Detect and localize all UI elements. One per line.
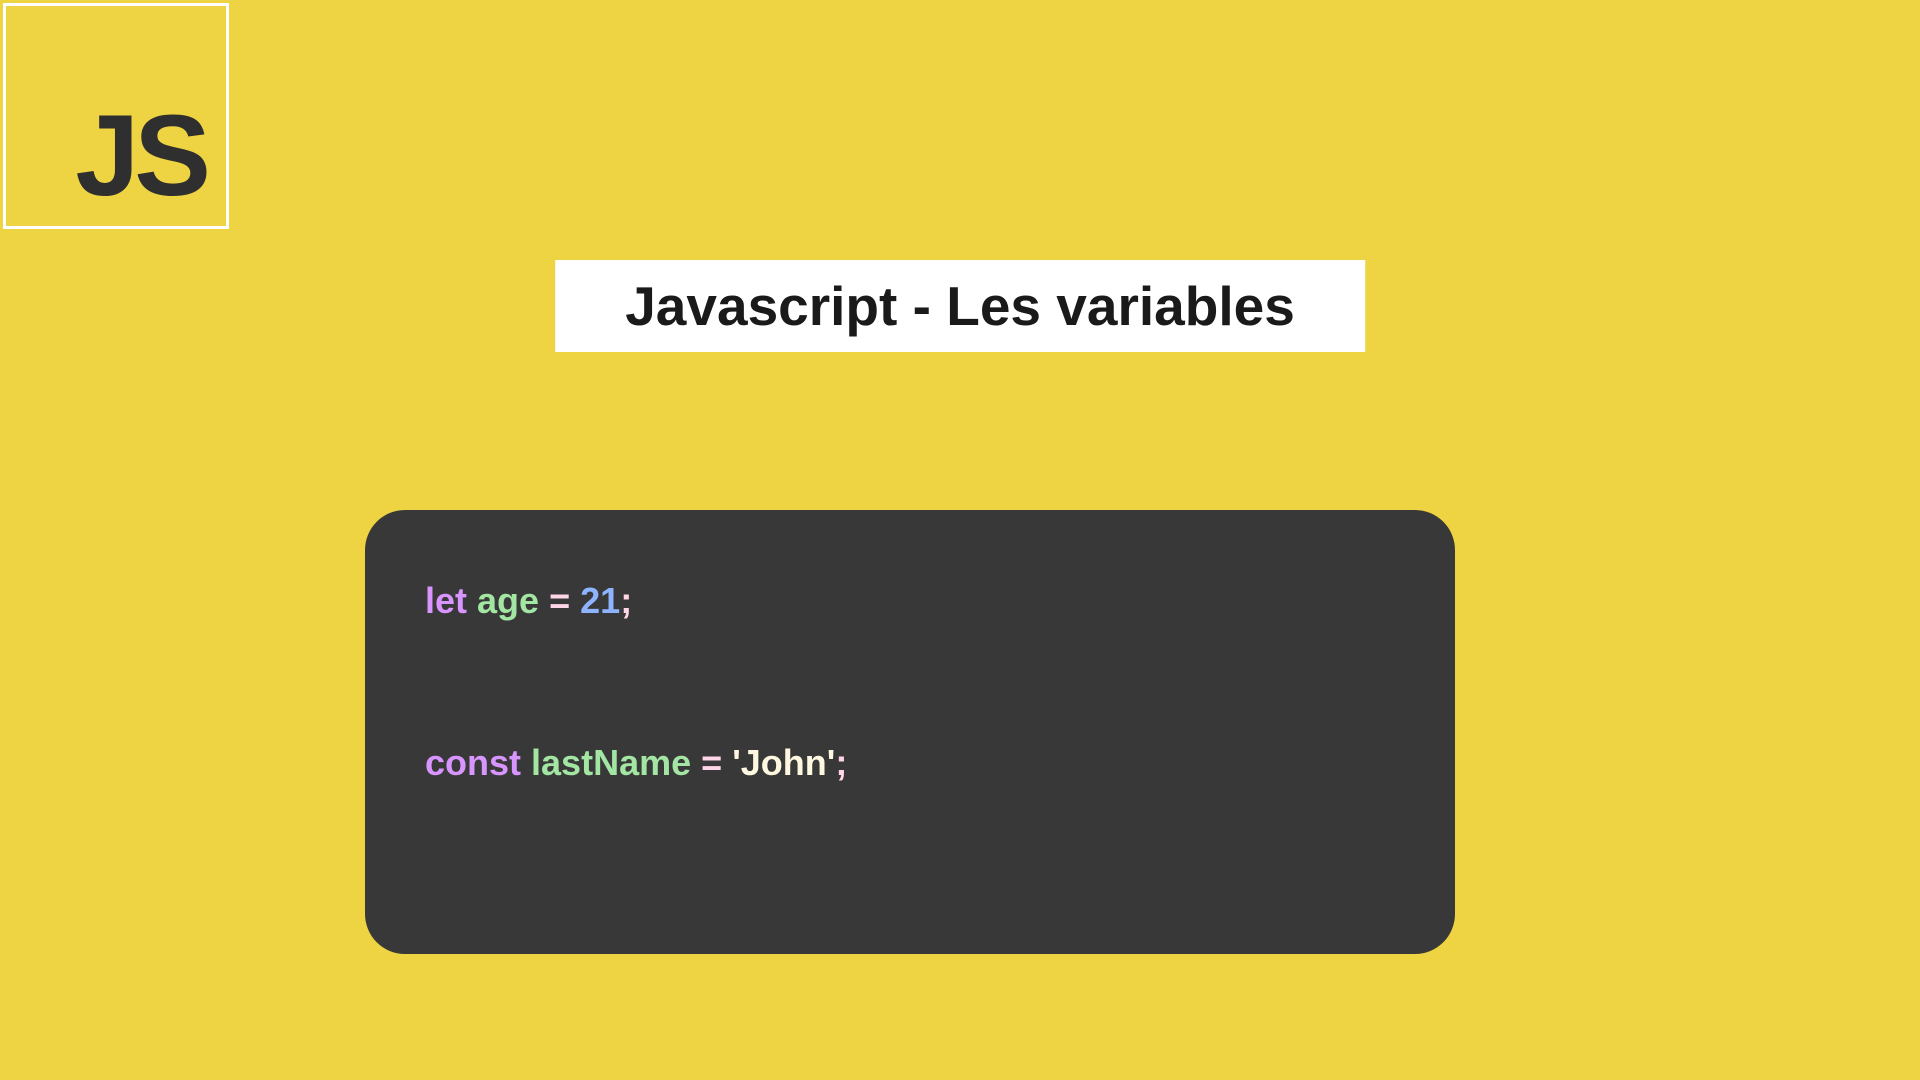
code-punct: ; (835, 742, 847, 783)
code-operator: = (701, 742, 722, 783)
code-number: 21 (580, 580, 620, 621)
title-container: Javascript - Les variables (555, 260, 1365, 352)
code-punct: ; (620, 580, 632, 621)
code-keyword: const (425, 742, 521, 783)
slide-title: Javascript - Les variables (625, 274, 1295, 338)
code-line-1: let age = 21; (425, 580, 1395, 622)
code-operator: = (549, 580, 570, 621)
js-logo-text: JS (75, 99, 206, 214)
code-string: 'John' (732, 742, 835, 783)
code-block: let age = 21; const lastName = 'John'; (365, 510, 1455, 954)
js-logo: JS (3, 3, 229, 229)
code-keyword: let (425, 580, 467, 621)
code-identifier: lastName (531, 742, 691, 783)
code-identifier: age (477, 580, 539, 621)
code-line-2: const lastName = 'John'; (425, 742, 1395, 784)
